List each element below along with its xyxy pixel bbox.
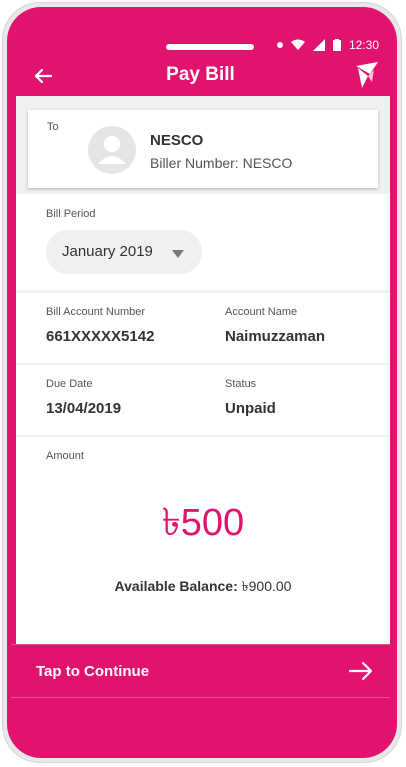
biller-number-label: Biller Number: [150, 155, 239, 171]
biller-name: NESCO [150, 132, 204, 149]
bill-period-label: Bill Period [46, 208, 96, 220]
account-name-value: Naimuzzaman [225, 328, 326, 345]
page-title: Pay Bill [166, 64, 235, 85]
notification-dot-icon [276, 42, 283, 48]
amount-section: Amount ৳500 Available Balance: ৳900.00 [16, 437, 390, 644]
account-section: Bill Account Number 661XXXXX5142 Account… [16, 293, 390, 363]
available-balance-value: ৳900.00 [241, 578, 292, 594]
status-value: Unpaid [225, 400, 276, 417]
status-label: Status [225, 378, 257, 390]
signal-icon [312, 39, 325, 51]
status-icons: 12:30 [276, 38, 379, 52]
user-icon [98, 136, 126, 164]
account-name-label: Account Name [225, 306, 298, 318]
status-time: 12:30 [348, 38, 379, 52]
amount-value: ৳500 [161, 502, 245, 544]
bill-period-section: Bill Period January 2019 [16, 194, 390, 290]
due-date-value: 13/04/2019 [46, 400, 122, 417]
due-section: Due Date 13/04/2019 Status Unpaid [16, 365, 390, 435]
due-date-label: Due Date [46, 378, 93, 390]
amount-label: Amount [46, 450, 84, 462]
to-label: To [47, 121, 59, 133]
battery-icon [332, 39, 341, 51]
available-balance-label: Available Balance: [114, 578, 238, 594]
bill-period-dropdown[interactable]: January 2019 [46, 230, 202, 274]
continue-button[interactable]: Tap to Continue [11, 644, 390, 698]
continue-label: Tap to Continue [36, 663, 150, 680]
available-balance: Available Balance: ৳900.00 [16, 575, 390, 599]
bill-period-value: January 2019 [62, 243, 153, 260]
pay-bill-form: To NESCO Biller Number: NESCO Bill Perio… [16, 96, 390, 644]
bill-account-number-value: 661XXXXX5142 [46, 328, 155, 345]
speaker-pill [166, 44, 254, 50]
caret-down-icon [172, 250, 184, 258]
biller-number: Biller Number: NESCO [150, 155, 292, 171]
biller-number-value: NESCO [242, 155, 293, 171]
avatar [88, 126, 136, 174]
bkash-bird-icon[interactable] [352, 60, 382, 90]
arrow-right-icon [348, 661, 373, 681]
app-bar: Pay Bill [11, 56, 390, 96]
recipient-card: To NESCO Biller Number: NESCO [28, 110, 378, 188]
wifi-icon [290, 39, 305, 50]
bill-account-number-label: Bill Account Number [46, 306, 146, 318]
